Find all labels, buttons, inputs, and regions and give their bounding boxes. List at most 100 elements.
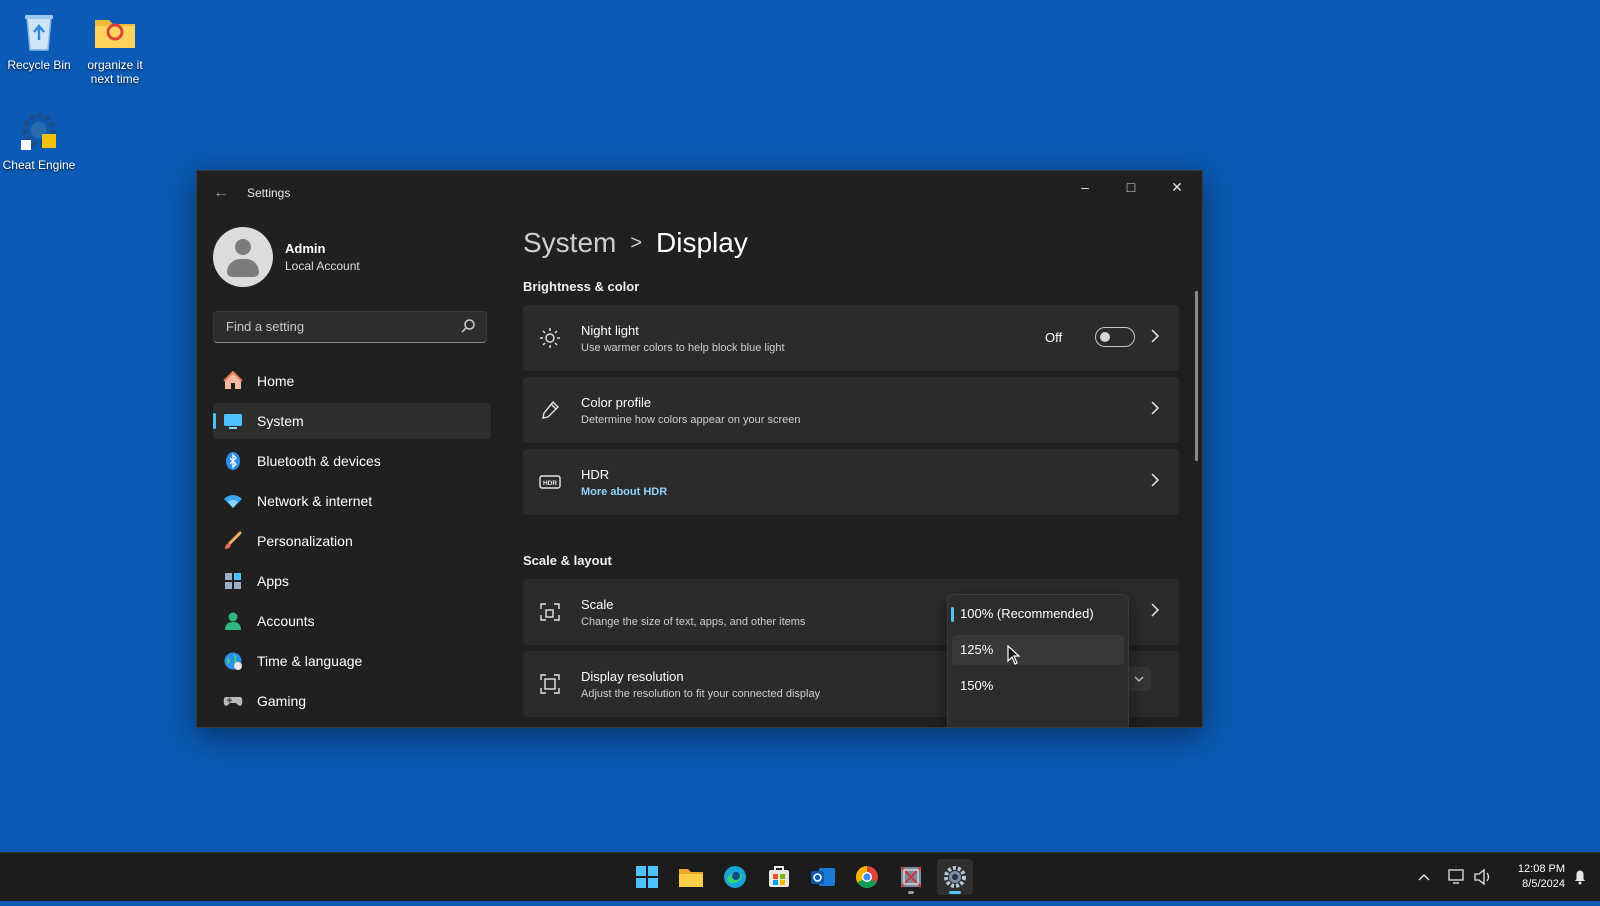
sidebar-item-apps[interactable]: Apps (213, 563, 491, 599)
sidebar-item-label: Apps (257, 573, 289, 589)
mouse-cursor-icon (1007, 645, 1021, 665)
taskbar-outlook[interactable] (805, 859, 841, 895)
back-arrow-icon[interactable]: ← (211, 183, 231, 203)
search-icon (461, 319, 475, 333)
sidebar-item-label: Bluetooth & devices (257, 453, 381, 469)
more-about-hdr-link[interactable]: More about HDR (581, 486, 667, 498)
taskbar-chrome[interactable] (849, 859, 885, 895)
sidebar-item-gaming[interactable]: Gaming (213, 683, 491, 719)
settings-icon (944, 866, 966, 888)
sidebar-item-label: System (257, 413, 304, 429)
avatar (213, 227, 273, 287)
sidebar-item-label: Time & language (257, 653, 363, 669)
toggle-state-label: Off (1045, 330, 1063, 345)
chevron-right-icon (1151, 473, 1160, 487)
edge-icon (724, 866, 746, 888)
chevron-right-icon (1151, 329, 1160, 343)
desktop-icon-folder[interactable]: organize it next time (76, 10, 154, 86)
color-profile-card[interactable]: Color profile Determine how colors appea… (523, 377, 1179, 443)
sidebar-item-personalization[interactable]: Personalization (213, 523, 491, 559)
user-profile[interactable]: Admin Local Account (213, 227, 503, 289)
taskbar: 12:08 PM 8/5/2024 (0, 852, 1600, 901)
sun-icon (540, 328, 560, 348)
scale-option-150[interactable]: 150% (952, 671, 1124, 701)
content-scrollbar[interactable] (1195, 291, 1198, 461)
start-icon (636, 866, 658, 888)
bell-icon (1575, 870, 1585, 885)
breadcrumb: System > Display (523, 225, 748, 261)
breadcrumb-parent[interactable]: System (523, 227, 616, 258)
sidebar-item-bluetooth[interactable]: Bluetooth & devices (213, 443, 491, 479)
card-subtitle: Change the size of text, apps, and other… (581, 616, 806, 628)
resolution-dropdown-button[interactable] (1127, 667, 1151, 691)
sidebar-item-label: Personalization (257, 533, 353, 549)
speaker-icon (1474, 868, 1490, 886)
gamepad-icon (223, 697, 243, 706)
scale-dropdown-menu: 100% (Recommended) 125% 150% (947, 594, 1129, 727)
sidebar-item-home[interactable]: Home (213, 363, 491, 399)
chevron-up-icon (1418, 874, 1430, 881)
card-title: Night light (581, 323, 639, 338)
taskbar-store[interactable] (761, 859, 797, 895)
taskbar-settings[interactable] (937, 859, 973, 895)
taskbar-edge[interactable] (717, 859, 753, 895)
hdr-icon: HDR (539, 475, 561, 489)
desktop-icon-label: organize it next time (87, 58, 143, 86)
outlook-icon (811, 868, 835, 886)
page-title: Display (656, 227, 748, 258)
night-light-card[interactable]: Night light Use warmer colors to help bl… (523, 305, 1179, 371)
sidebar-item-time-language[interactable]: Time & language (213, 643, 491, 679)
store-icon (769, 866, 789, 887)
desktop-icon-recycle-bin[interactable]: Recycle Bin (0, 10, 78, 72)
window-title: Settings (247, 186, 291, 200)
option-label: 150% (960, 678, 994, 693)
card-title: Scale (581, 597, 614, 612)
taskbar-game-app[interactable] (893, 859, 929, 895)
desktop-icon-label: Recycle Bin (7, 58, 71, 72)
file-explorer-icon (679, 869, 703, 887)
title-bar: ← Settings – □ ✕ (197, 171, 1202, 215)
search-box[interactable] (213, 311, 487, 343)
minimize-button[interactable]: – (1062, 171, 1108, 203)
breadcrumb-separator: > (630, 232, 643, 254)
settings-window: ← Settings – □ ✕ Admin Local Account Hom… (196, 170, 1203, 728)
chrome-icon (856, 866, 878, 888)
desktop-icon-cheat-engine[interactable]: Cheat Engine (0, 110, 78, 172)
card-subtitle: Determine how colors appear on your scre… (581, 414, 801, 426)
option-label: 100% (Recommended) (960, 606, 1094, 621)
sidebar-item-accounts[interactable]: Accounts (213, 603, 491, 639)
scale-option-100[interactable]: 100% (Recommended) (951, 599, 1124, 629)
card-subtitle: Adjust the resolution to fit your connec… (581, 688, 821, 700)
notification-button[interactable] (1570, 853, 1590, 901)
night-light-toggle[interactable] (1095, 327, 1135, 347)
wifi-icon (224, 495, 242, 508)
section-header-brightness: Brightness & color (523, 279, 640, 294)
desktop-icon-label: Cheat Engine (2, 158, 76, 172)
bluetooth-icon (226, 452, 240, 470)
scale-option-125[interactable]: 125% (952, 635, 1124, 665)
scale-icon (540, 603, 560, 621)
sidebar-item-label: Network & internet (257, 493, 373, 509)
cheat-engine-icon (17, 110, 61, 154)
profile-account-type: Local Account (285, 259, 360, 273)
tray-volume[interactable] (1472, 853, 1494, 901)
taskbar-file-explorer[interactable] (673, 859, 709, 895)
option-label: 125% (960, 642, 994, 657)
tray-network[interactable] (1446, 853, 1468, 901)
start-button[interactable] (629, 859, 665, 895)
chevron-right-icon[interactable] (1149, 602, 1161, 618)
hdr-card[interactable]: HDR HDR More about HDR (523, 449, 1179, 515)
section-header-scale-layout: Scale & layout (523, 553, 612, 568)
sidebar-item-network[interactable]: Network & internet (213, 483, 491, 519)
resolution-icon (540, 674, 560, 694)
tray-overflow-button[interactable] (1414, 853, 1434, 901)
sidebar-item-system[interactable]: System (213, 403, 491, 439)
search-input[interactable] (224, 318, 448, 335)
folder-icon (93, 10, 137, 54)
sidebar-nav: Home System Bluetooth & devices Network … (213, 363, 491, 723)
recycle-bin-icon (17, 10, 61, 54)
close-button[interactable]: ✕ (1154, 171, 1200, 203)
svg-text:HDR: HDR (543, 480, 557, 487)
maximize-button[interactable]: □ (1108, 171, 1154, 203)
system-clock[interactable]: 12:08 PM 8/5/2024 (1505, 862, 1565, 892)
